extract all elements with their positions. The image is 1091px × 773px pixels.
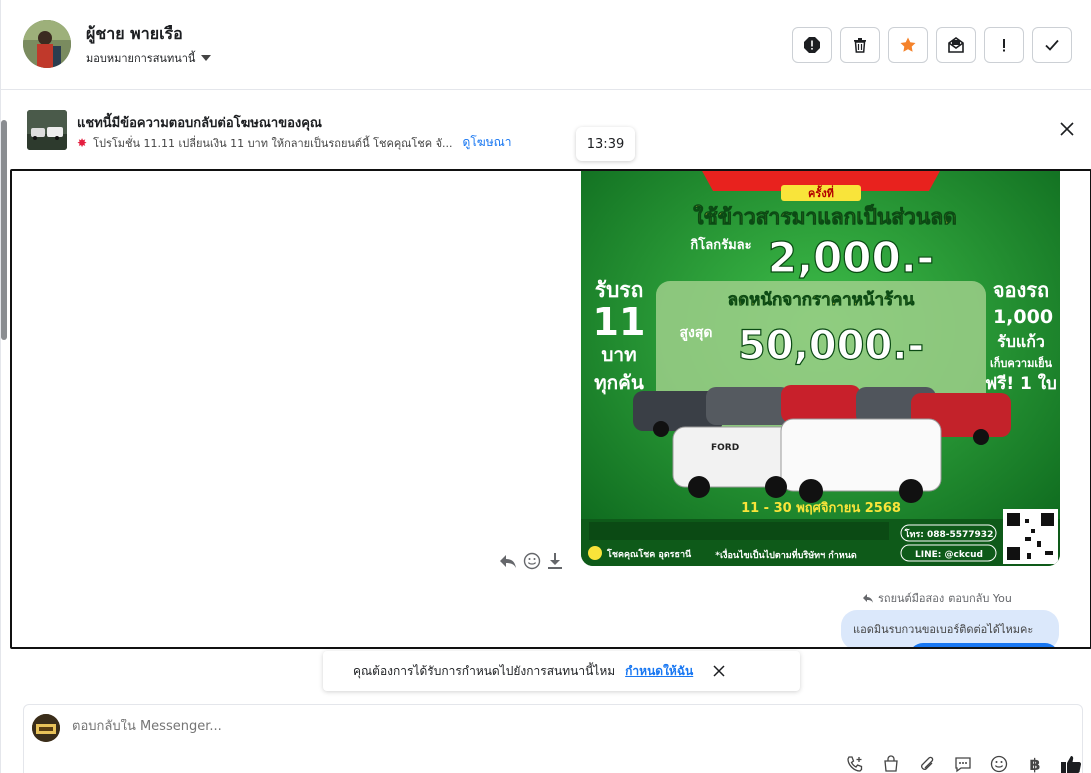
report-button[interactable] (792, 27, 832, 63)
check-icon (1045, 39, 1059, 51)
composer-toolbar: ฿ (844, 753, 1082, 773)
message-timestamp: 13:39 (576, 127, 635, 161)
emoji-icon[interactable] (988, 753, 1010, 773)
promo-brand: โชคคุณโชค อุดรธานี (606, 548, 692, 560)
star-icon (900, 37, 916, 52)
contact-name[interactable]: ผู้ชาย พายเรือ (86, 22, 183, 47)
outgoing-message-bubble[interactable] (909, 643, 1059, 647)
assign-conversation-dropdown[interactable]: มอบหมายการสนทนานี้ (86, 49, 212, 67)
promo-round-label: ครั้งที่ (808, 185, 834, 200)
promo-right-5: ฟรี! 1 ใบ (985, 373, 1057, 394)
promo-right-4: เก็บความเย็น (990, 356, 1053, 370)
promo-left-4: ทุกคัน (594, 372, 644, 395)
promo-right-1: จองรถ (993, 278, 1049, 302)
shopping-bag-icon[interactable] (880, 753, 902, 773)
promo-left-1: รับรถ (595, 278, 644, 302)
reply-icon[interactable] (499, 553, 517, 569)
flag-button[interactable] (984, 27, 1024, 63)
promo-left-2: 11 (593, 300, 646, 344)
emoji-react-icon[interactable] (523, 552, 541, 570)
reply-arrow-icon (863, 593, 873, 603)
assign-prompt: คุณต้องการได้รับการกำหนดไปยังการสนทนานี้… (323, 651, 800, 691)
delete-button[interactable] (840, 27, 880, 63)
reply-input[interactable] (72, 719, 772, 734)
conversation-actions (792, 27, 1072, 63)
close-icon (713, 665, 725, 677)
ad-description-text: โปรโมชั่น 11.11 เปลี่ยนเงิน 11 บาท ให้กล… (93, 136, 453, 150)
ad-thumbnail[interactable] (27, 110, 67, 150)
star-button[interactable] (888, 27, 928, 63)
trash-icon (854, 38, 866, 53)
page-avatar (32, 714, 60, 742)
assign-to-me-link[interactable]: กำหนดให้ฉัน (625, 662, 693, 681)
messenger-inbox: ผู้ชาย พายเรือ มอบหมายการสนทนานี้ แชทนี้… (0, 0, 1091, 773)
promo-left-3: บาท (601, 344, 636, 366)
promo-per-kg-label: กิโลกรัมละ (690, 236, 751, 253)
exclamation-icon (1003, 39, 1005, 52)
like-icon[interactable] (1060, 753, 1082, 773)
chevron-down-icon (201, 55, 212, 61)
mark-done-button[interactable] (1032, 27, 1072, 63)
ad-reply-banner: แชทนี้มีข้อความตอบกลับต่อโฆษณาของคุณ ✸ โ… (11, 90, 1091, 170)
saved-replies-icon[interactable] (952, 753, 974, 773)
message-thread: ครั้งที่ ใช้ข้าวสารมาแลกเป็นส่วนลด กิโลก… (10, 169, 1091, 649)
left-scrollbar[interactable] (1, 120, 7, 340)
view-ad-link[interactable]: ดูโฆษณา (463, 133, 512, 152)
promo-line: LINE: @ckcud (915, 550, 983, 560)
attachment-icon[interactable] (916, 753, 938, 773)
reply-action: ตอบกลับ You (948, 592, 1012, 605)
sparkle-icon: ✸ (77, 135, 88, 150)
reply-context: รถยนต์มือสอง ตอบกลับ You (862, 589, 1012, 607)
mark-unread-button[interactable] (936, 27, 976, 63)
reply-sender: รถยนต์มือสอง (878, 592, 945, 605)
download-icon[interactable] (547, 552, 563, 570)
message-composer: ฿ (23, 704, 1083, 773)
ad-banner-title: แชทนี้มีข้อความตอบกลับต่อโฆษณาของคุณ (77, 116, 322, 131)
dismiss-assign-button[interactable] (713, 665, 725, 677)
promo-headline: ใช้ข้าวสารมาแลกเป็นส่วนลด (693, 203, 956, 229)
contact-avatar[interactable] (23, 20, 71, 68)
promo-phone: โทร: 088-5577932 (904, 528, 994, 540)
close-banner-button[interactable] (1058, 120, 1076, 138)
assign-question: คุณต้องการได้รับการกำหนดไปยังการสนทนานี้… (353, 663, 616, 678)
report-icon (804, 37, 820, 53)
promo-dates: 11 - 30 พฤศจิกายน 2568 (741, 501, 901, 516)
message-hover-tools (499, 552, 563, 570)
conversation-header: ผู้ชาย พายเรือ มอบหมายการสนทนานี้ (1, 0, 1091, 90)
assign-label: มอบหมายการสนทนานี้ (86, 52, 196, 65)
call-icon[interactable] (844, 753, 866, 773)
qr-code-icon (1003, 509, 1058, 564)
mark-unread-icon (948, 37, 964, 53)
promo-image-message[interactable]: ครั้งที่ ใช้ข้าวสารมาแลกเป็นส่วนลด กิโลก… (581, 171, 1060, 566)
ad-banner-description: ✸ โปรโมชั่น 11.11 เปลี่ยนเงิน 11 บาท ให้… (77, 133, 511, 152)
promo-per-kg-value: 2,000.- (768, 233, 934, 282)
ford-label: FORD (711, 443, 739, 453)
promo-center-2: สูงสุด (679, 325, 712, 341)
promo-center-value: 50,000.- (738, 323, 924, 369)
promo-right-2: 1,000 (993, 306, 1053, 328)
promo-right-3: รับแก้ว (997, 332, 1045, 351)
payment-baht-icon[interactable]: ฿ (1024, 753, 1046, 773)
close-icon (1060, 122, 1074, 136)
promo-center-1: ลดหนักจากราคาหน้าร้าน (728, 290, 915, 310)
